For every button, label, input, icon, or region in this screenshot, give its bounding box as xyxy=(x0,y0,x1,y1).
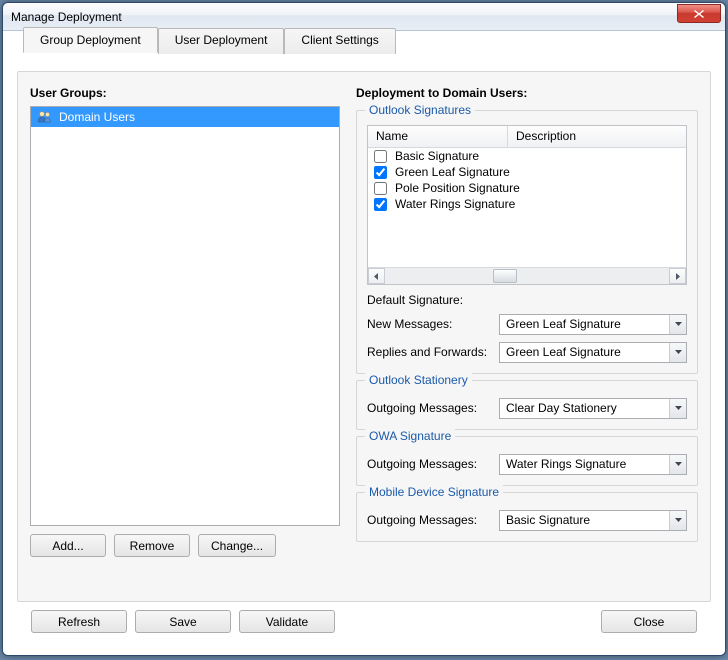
new-messages-label: New Messages: xyxy=(367,317,499,331)
table-row[interactable]: Water Rings Signature xyxy=(368,196,686,212)
outgoing-messages-label: Outgoing Messages: xyxy=(367,513,499,527)
table-row[interactable]: Basic Signature xyxy=(368,148,686,164)
signature-checkbox[interactable] xyxy=(374,166,387,179)
tab-client-settings[interactable]: Client Settings xyxy=(284,28,395,54)
chevron-right-icon xyxy=(674,273,681,280)
tab-label: Group Deployment xyxy=(40,33,141,47)
signature-name: Green Leaf Signature xyxy=(395,165,510,179)
signature-checkbox[interactable] xyxy=(374,198,387,211)
chevron-down-icon xyxy=(675,462,682,466)
tab-label: User Deployment xyxy=(175,33,268,47)
list-item-label: Domain Users xyxy=(59,110,135,124)
signature-name: Basic Signature xyxy=(395,149,479,163)
right-column: Deployment to Domain Users: Outlook Sign… xyxy=(356,86,698,557)
scroll-left-arrow[interactable] xyxy=(368,268,385,284)
mobile-signature-group: Mobile Device Signature Outgoing Message… xyxy=(356,492,698,542)
col-description[interactable]: Description xyxy=(508,126,686,147)
combo-dropdown-button[interactable] xyxy=(669,511,686,530)
horizontal-scrollbar[interactable] xyxy=(368,267,686,284)
combo-dropdown-button[interactable] xyxy=(669,399,686,418)
user-groups-label: User Groups: xyxy=(30,86,340,100)
group-legend: Mobile Device Signature xyxy=(365,485,503,499)
tab-group-deployment[interactable]: Group Deployment xyxy=(23,27,158,53)
combo-value: Green Leaf Signature xyxy=(500,317,669,331)
group-legend: Outlook Signatures xyxy=(365,103,475,117)
group-legend: OWA Signature xyxy=(365,429,455,443)
table-body: Basic Signature Green Leaf Signature Pol… xyxy=(368,148,686,267)
combo-value: Clear Day Stationery xyxy=(500,401,669,415)
chevron-down-icon xyxy=(675,322,682,326)
save-button[interactable]: Save xyxy=(135,610,231,633)
table-row[interactable]: Pole Position Signature xyxy=(368,180,686,196)
content-area: Group Deployment User Deployment Client … xyxy=(3,31,725,655)
new-messages-combo[interactable]: Green Leaf Signature xyxy=(499,314,687,335)
left-column: User Groups: Domain Users xyxy=(30,86,340,557)
validate-button[interactable]: Validate xyxy=(239,610,335,633)
tab-user-deployment[interactable]: User Deployment xyxy=(158,28,285,54)
col-name[interactable]: Name xyxy=(368,126,508,147)
refresh-button[interactable]: Refresh xyxy=(31,610,127,633)
combo-dropdown-button[interactable] xyxy=(669,455,686,474)
combo-dropdown-button[interactable] xyxy=(669,343,686,362)
combo-dropdown-button[interactable] xyxy=(669,315,686,334)
combo-value: Basic Signature xyxy=(500,513,669,527)
signature-name: Water Rings Signature xyxy=(395,197,515,211)
scroll-track[interactable] xyxy=(385,268,669,284)
mobile-combo[interactable]: Basic Signature xyxy=(499,510,687,531)
tab-label: Client Settings xyxy=(301,33,378,47)
window-close-button[interactable] xyxy=(677,4,721,23)
tab-strip: Group Deployment User Deployment Client … xyxy=(23,27,396,53)
replies-forwards-label: Replies and Forwards: xyxy=(367,345,499,359)
users-icon xyxy=(37,109,53,125)
scroll-right-arrow[interactable] xyxy=(669,268,686,284)
signature-checkbox[interactable] xyxy=(374,182,387,195)
default-signature-label: Default Signature: xyxy=(367,293,687,307)
table-row[interactable]: Green Leaf Signature xyxy=(368,164,686,180)
owa-signature-group: OWA Signature Outgoing Messages: Water R… xyxy=(356,436,698,486)
group-legend: Outlook Stationery xyxy=(365,373,472,387)
signature-name: Pole Position Signature xyxy=(395,181,520,195)
add-button[interactable]: Add... xyxy=(30,534,106,557)
dialog-button-bar: Refresh Save Validate Close xyxy=(17,602,711,645)
outlook-stationery-group: Outlook Stationery Outgoing Messages: Cl… xyxy=(356,380,698,430)
tab-panel: User Groups: Domain Users xyxy=(17,71,711,602)
chevron-down-icon xyxy=(675,518,682,522)
replies-forwards-combo[interactable]: Green Leaf Signature xyxy=(499,342,687,363)
close-button[interactable]: Close xyxy=(601,610,697,633)
owa-combo[interactable]: Water Rings Signature xyxy=(499,454,687,475)
user-groups-buttons: Add... Remove Change... xyxy=(30,534,340,557)
chevron-left-icon xyxy=(373,273,380,280)
deployment-heading: Deployment to Domain Users: xyxy=(356,86,698,100)
signatures-table: Name Description Basic Signature xyxy=(367,125,687,285)
outgoing-messages-label: Outgoing Messages: xyxy=(367,457,499,471)
list-item[interactable]: Domain Users xyxy=(31,107,339,127)
scroll-thumb[interactable] xyxy=(493,269,517,283)
chevron-down-icon xyxy=(675,350,682,354)
manage-deployment-window: Manage Deployment Group Deployment User … xyxy=(2,2,726,656)
combo-value: Green Leaf Signature xyxy=(500,345,669,359)
chevron-down-icon xyxy=(675,406,682,410)
signature-checkbox[interactable] xyxy=(374,150,387,163)
table-header: Name Description xyxy=(368,126,686,148)
outgoing-messages-label: Outgoing Messages: xyxy=(367,401,499,415)
remove-button[interactable]: Remove xyxy=(114,534,190,557)
close-icon xyxy=(693,9,705,19)
stationery-combo[interactable]: Clear Day Stationery xyxy=(499,398,687,419)
outlook-signatures-group: Outlook Signatures Name Description Basi… xyxy=(356,110,698,374)
user-groups-list[interactable]: Domain Users xyxy=(30,106,340,526)
change-button[interactable]: Change... xyxy=(198,534,276,557)
combo-value: Water Rings Signature xyxy=(500,457,669,471)
window-title: Manage Deployment xyxy=(11,10,677,24)
